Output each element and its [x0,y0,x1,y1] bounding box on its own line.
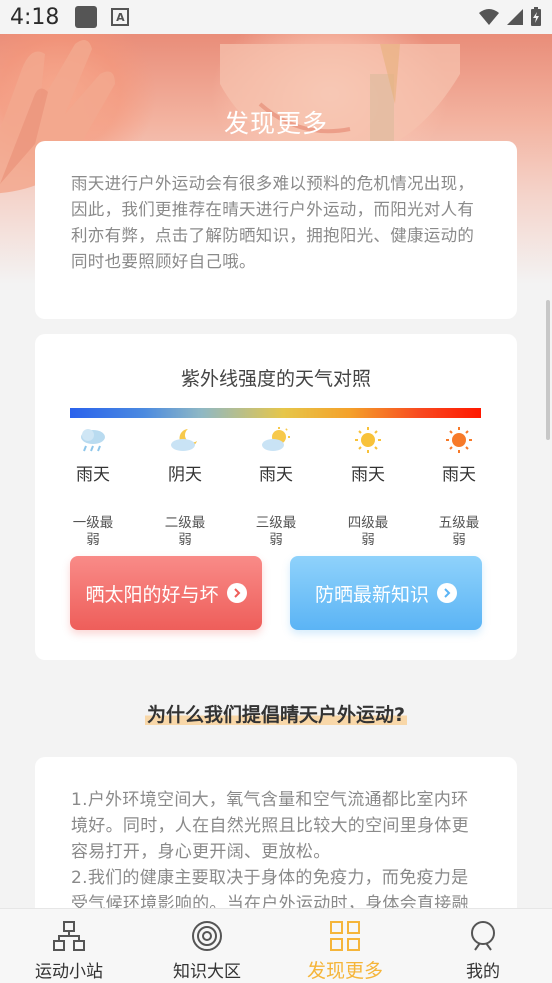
section-title: 为什么我们提倡晴天户外运动? [0,700,552,727]
nav-label: 发现更多 [306,960,383,982]
sitemap-icon [53,921,85,951]
sunscreen-news-button[interactable]: 防晒最新知识 [290,556,482,630]
nav-label: 我的 [466,962,500,982]
uv-level-5: 雨天 五级最弱 [424,426,494,549]
uv-level-label: 二级最弱 [164,515,206,548]
uv-level-label: 四级最弱 [347,515,389,548]
nav-item-knowledge[interactable]: 知识大区 [138,909,276,983]
uv-gradient-bar [70,408,481,418]
uv-card: 紫外线强度的天气对照 雨天 一级最弱 阴天 二级最 弱 雨天 三级最 弱 雨天 … [35,334,517,660]
grid-icon [330,920,360,951]
uv-level-label: 五级最弱 [438,515,480,548]
battery-icon [531,7,541,26]
uv-title: 紫外线强度的天气对照 [180,368,371,390]
nav-item-discover[interactable]: 发现更多 [276,909,414,983]
uv-level-1: 雨天 一级最弱 [58,426,128,549]
target-icon [192,921,222,951]
weather-label: 雨天 [442,465,476,485]
wifi-icon [479,9,499,25]
status-bar: 4:18 A [0,0,552,34]
sun-icon [355,427,381,453]
person-icon [471,921,495,951]
uv-level-3: 雨天 三级最弱 [241,426,311,549]
weather-label: 雨天 [351,465,385,485]
nav-item-sports-station[interactable]: 运动小站 [0,909,138,983]
uv-level-2: 阴天 二级最弱 [150,426,220,549]
nav-item-mine[interactable]: 我的 [414,909,552,983]
intro-text: 雨天进行户外运动会有很多难以预料的危机情况出现，因此，我们更推荐在晴天进行户外运… [71,174,475,271]
scrollbar[interactable] [546,300,550,440]
nav-label: 知识大区 [173,962,241,982]
screen: 4:18 A 发现更多 雨天进行户外运动会有很多难以预料的危机情况出现，因此，我… [0,0,552,983]
sun-pros-cons-button[interactable]: 晒太阳的好与坏 [70,556,262,630]
chevron-right-icon [226,583,247,603]
status-time: 4:18 [10,4,60,30]
moon-cloud-icon [171,429,197,451]
page-title: 发现更多 [223,109,328,138]
partly-sunny-icon [262,427,290,451]
uv-level-4: 雨天 四级最弱 [333,426,403,549]
bottom-nav: 运动小站 知识大区 发现更多 我的 [0,908,552,983]
chevron-right-icon [437,583,457,603]
weather-label: 阴天 [168,465,202,485]
rain-cloud-icon [81,429,105,452]
hot-sun-icon [446,427,472,453]
signal-icon [507,9,523,25]
nav-label: 运动小站 [35,962,103,982]
weather-label: 雨天 [76,465,110,485]
a-badge-icon: A [111,8,130,26]
weather-label: 雨天 [259,465,293,485]
uv-level-label: 三级最弱 [255,515,297,548]
uv-level-label: 一级最弱 [72,515,114,548]
sunscreen-news-label: 防晒最新知识 [314,583,429,606]
sun-pros-cons-label: 晒太阳的好与坏 [85,583,219,606]
intro-card: 雨天进行户外运动会有很多难以预料的危机情况出现，因此，我们更推荐在晴天进行户外运… [35,141,517,319]
notification-icon [75,6,98,28]
reason-1: 1.户外环境空间大，氧气含量和空气流通都比室内环境好。同时，人在自然光照且比较大… [71,790,469,862]
section-title-text: 为什么我们提倡晴天户外运动? [144,700,408,727]
status-icons [478,7,542,27]
